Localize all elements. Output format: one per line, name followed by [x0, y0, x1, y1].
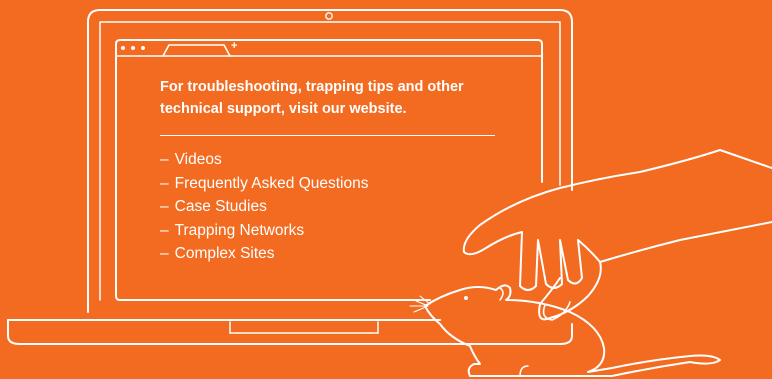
link-label: Frequently Asked Questions — [174, 174, 369, 192]
link-label: Videos — [174, 151, 222, 168]
rat-eye — [464, 296, 468, 300]
link-label: Trapping Networks — [174, 221, 305, 239]
laptop-base-outline — [7, 319, 573, 345]
support-message-line-2: technical support, visit our website. — [160, 101, 407, 117]
divider — [160, 135, 495, 136]
link-faq[interactable]: – Frequently Asked Questions — [160, 172, 505, 196]
bullet-dash: – — [160, 151, 169, 168]
support-links-list: – Videos – Frequently Asked Questions – Cas… — [160, 148, 505, 266]
bullet-dash: – — [160, 174, 169, 192]
support-message-line-1: For troubleshooting, trapping tips and o… — [160, 79, 464, 95]
support-message: For troubleshooting, trapping tips and o… — [160, 76, 505, 120]
link-label: Complex Sites — [174, 245, 275, 262]
browser-content: For troubleshooting, trapping tips and o… — [160, 76, 505, 266]
new-tab-plus-icon[interactable]: + — [231, 40, 237, 52]
bullet-dash: – — [160, 198, 169, 215]
link-label: Case Studies — [174, 198, 267, 215]
browser-tab — [162, 44, 231, 57]
bullet-dash: – — [160, 245, 169, 262]
webcam-icon — [325, 12, 333, 20]
link-complex-sites[interactable]: – Complex Sites — [160, 242, 505, 266]
bullet-dash: – — [160, 221, 169, 239]
link-case-studies[interactable]: – Case Studies — [160, 195, 505, 219]
link-trapping-networks[interactable]: – Trapping Networks — [160, 219, 505, 243]
link-videos[interactable]: – Videos — [160, 148, 505, 172]
